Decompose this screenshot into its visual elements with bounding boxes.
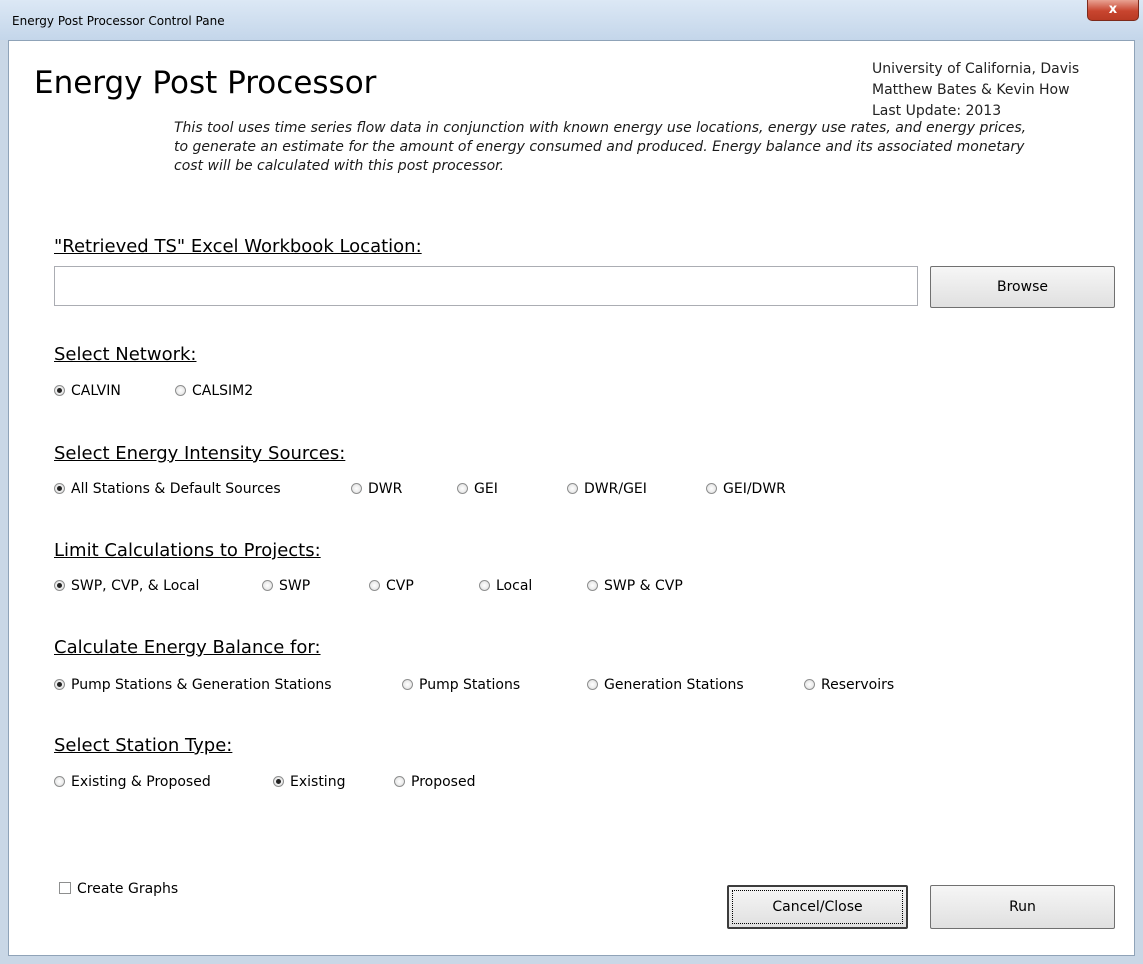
radio-projects-local[interactable]: Local [479, 578, 532, 594]
radio-button[interactable] [587, 580, 598, 591]
tool-description: This tool uses time series flow data in … [174, 120, 1027, 174]
radio-projects-cvp[interactable]: CVP [369, 578, 414, 594]
radio-button[interactable] [351, 483, 362, 494]
credits-block: University of California, Davis Matthew … [872, 59, 1079, 122]
radio-button-checked[interactable] [54, 580, 65, 591]
radio-button-checked[interactable] [54, 679, 65, 690]
radio-station-existing-proposed[interactable]: Existing & Proposed [54, 774, 211, 790]
radio-button[interactable] [587, 679, 598, 690]
cancel-close-button[interactable]: Cancel/Close [727, 885, 908, 929]
page-title: Energy Post Processor [34, 65, 377, 101]
workbook-path-input[interactable] [54, 266, 918, 306]
option-label: Pump Stations & Generation Stations [71, 677, 332, 693]
option-label: All Stations & Default Sources [71, 481, 281, 497]
option-label: Generation Stations [604, 677, 744, 693]
option-label: Local [496, 578, 533, 594]
checkbox-box[interactable] [59, 882, 71, 894]
radio-button[interactable] [262, 580, 273, 591]
option-label: GEI/DWR [723, 481, 786, 497]
create-graphs-checkbox[interactable]: Create Graphs [59, 881, 178, 897]
radio-button[interactable] [567, 483, 578, 494]
radio-intensity-gei-dwr[interactable]: GEI/DWR [706, 481, 786, 497]
radio-projects-swp-cvp[interactable]: SWP & CVP [587, 578, 683, 594]
radio-balance-reservoirs[interactable]: Reservoirs [804, 677, 894, 693]
option-label: Pump Stations [419, 677, 521, 693]
option-label: SWP, CVP, & Local [71, 578, 200, 594]
option-label: CVP [386, 578, 414, 594]
projects-label: Limit Calculations to Projects: [54, 540, 321, 561]
browse-button[interactable]: Browse [930, 266, 1115, 308]
dialog-window: Energy Post Processor Control Pane x Ene… [0, 0, 1143, 964]
control-pane: Energy Post Processor University of Cali… [8, 40, 1135, 956]
radio-button[interactable] [804, 679, 815, 690]
run-button[interactable]: Run [930, 885, 1115, 929]
radio-intensity-gei[interactable]: GEI [457, 481, 498, 497]
radio-button[interactable] [175, 385, 186, 396]
radio-intensity-dwr-gei[interactable]: DWR/GEI [567, 481, 647, 497]
radio-button[interactable] [54, 776, 65, 787]
option-label: DWR/GEI [584, 481, 647, 497]
radio-balance-pump-generation[interactable]: Pump Stations & Generation Stations [54, 677, 332, 693]
workbook-location-label: "Retrieved TS" Excel Workbook Location: [54, 236, 422, 257]
option-label: DWR [368, 481, 403, 497]
radio-button-checked[interactable] [54, 385, 65, 396]
radio-button-checked[interactable] [54, 483, 65, 494]
radio-intensity-all[interactable]: All Stations & Default Sources [54, 481, 281, 497]
radio-button[interactable] [457, 483, 468, 494]
option-label: CALVIN [71, 383, 121, 399]
option-label: CALSIM2 [192, 383, 254, 399]
radio-button-checked[interactable] [273, 776, 284, 787]
close-icon[interactable]: x [1087, 0, 1139, 21]
radio-button[interactable] [479, 580, 490, 591]
radio-button[interactable] [402, 679, 413, 690]
radio-projects-swp[interactable]: SWP [262, 578, 310, 594]
focus-ring [732, 890, 903, 924]
option-label: SWP & CVP [604, 578, 683, 594]
credit-institution: University of California, Davis [872, 61, 1080, 77]
radio-button[interactable] [394, 776, 405, 787]
network-label: Select Network: [54, 344, 197, 365]
radio-button[interactable] [369, 580, 380, 591]
radio-balance-pump[interactable]: Pump Stations [402, 677, 520, 693]
energy-balance-label: Calculate Energy Balance for: [54, 637, 321, 658]
option-label: Reservoirs [821, 677, 895, 693]
radio-network-calsim2[interactable]: CALSIM2 [175, 383, 253, 399]
radio-station-proposed[interactable]: Proposed [394, 774, 475, 790]
radio-balance-generation[interactable]: Generation Stations [587, 677, 744, 693]
station-type-label: Select Station Type: [54, 735, 233, 756]
option-label: GEI [474, 481, 498, 497]
radio-projects-all[interactable]: SWP, CVP, & Local [54, 578, 199, 594]
radio-intensity-dwr[interactable]: DWR [351, 481, 402, 497]
option-label: SWP [279, 578, 311, 594]
title-bar[interactable]: Energy Post Processor Control Pane x [0, 0, 1143, 40]
checkbox-label: Create Graphs [77, 881, 179, 897]
credit-authors: Matthew Bates & Kevin How [872, 82, 1070, 98]
option-label: Proposed [411, 774, 476, 790]
radio-button[interactable] [706, 483, 717, 494]
radio-station-existing[interactable]: Existing [273, 774, 345, 790]
option-label: Existing [290, 774, 346, 790]
radio-network-calvin[interactable]: CALVIN [54, 383, 121, 399]
option-label: Existing & Proposed [71, 774, 211, 790]
intensity-sources-label: Select Energy Intensity Sources: [54, 443, 346, 464]
window-title: Energy Post Processor Control Pane [12, 14, 225, 28]
